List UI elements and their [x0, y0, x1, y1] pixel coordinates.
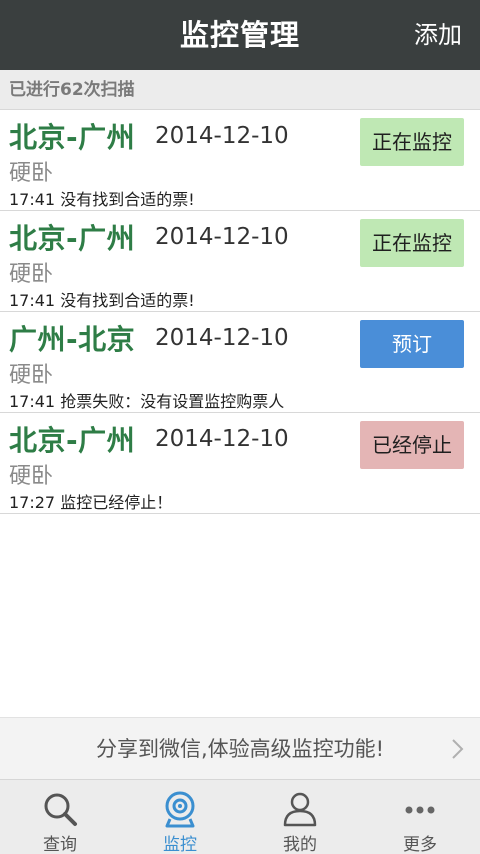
monitor-list: 北京-广州 2014-12-10 硬卧 17:41 没有找到合适的票! 正在监控…: [0, 110, 480, 514]
route-label: 北京-广州: [9, 222, 136, 255]
scan-count-text: 已进行62次扫描: [9, 80, 135, 100]
list-item[interactable]: 北京-广州 2014-12-10 硬卧 17:27 监控已经停止！ 已经停止: [0, 413, 480, 514]
route-label: 广州-北京: [9, 323, 136, 356]
list-item[interactable]: 北京-广州 2014-12-10 硬卧 17:41 没有找到合适的票! 正在监控: [0, 211, 480, 312]
list-item[interactable]: 广州-北京 2014-12-10 硬卧 17:41 抢票失败：没有设置监控购票人…: [0, 312, 480, 413]
share-wechat-banner[interactable]: 分享到微信,体验高级监控功能!: [0, 717, 480, 779]
date-label: 2014-12-10: [155, 426, 289, 452]
more-icon: [405, 806, 435, 814]
search-icon: [44, 793, 77, 826]
tab-search[interactable]: 查询: [0, 780, 120, 854]
user-icon: [283, 792, 317, 827]
seat-type-label: 硬卧: [9, 464, 54, 489]
tab-monitor[interactable]: 监控: [120, 780, 240, 854]
scan-count-bar: 已进行62次扫描: [0, 70, 480, 110]
seat-type-label: 硬卧: [9, 262, 54, 287]
stopped-button[interactable]: 已经停止: [360, 421, 464, 469]
route-label: 北京-广州: [9, 424, 136, 457]
date-label: 2014-12-10: [155, 224, 289, 250]
seat-type-label: 硬卧: [9, 363, 54, 388]
status-message: 17:27 监控已经停止！: [9, 493, 173, 512]
tab-label: 监控: [163, 835, 197, 854]
status-message: 17:41 抢票失败：没有设置监控购票人: [9, 392, 285, 411]
bottom-tab-bar: 查询 监控 我的 更多: [0, 779, 480, 854]
status-message: 17:41 没有找到合适的票!: [9, 291, 195, 310]
date-label: 2014-12-10: [155, 325, 289, 351]
page-title: 监控管理: [179, 18, 300, 52]
tab-mine[interactable]: 我的: [240, 780, 360, 854]
date-label: 2014-12-10: [155, 123, 289, 149]
route-label: 北京-广州: [9, 121, 136, 154]
add-button[interactable]: 添加: [414, 0, 462, 70]
status-message: 17:41 没有找到合适的票!: [9, 190, 195, 209]
header-bar: 监控管理 添加: [0, 0, 480, 70]
tab-more[interactable]: 更多: [360, 780, 480, 854]
seat-type-label: 硬卧: [9, 161, 54, 186]
tab-label: 我的: [283, 835, 317, 854]
monitoring-button[interactable]: 正在监控: [360, 219, 464, 267]
tab-label: 更多: [403, 835, 437, 854]
monitoring-button[interactable]: 正在监控: [360, 118, 464, 166]
webcam-icon: [165, 791, 195, 828]
tab-label: 查询: [43, 835, 77, 854]
list-item[interactable]: 北京-广州 2014-12-10 硬卧 17:41 没有找到合适的票! 正在监控: [0, 110, 480, 211]
book-button[interactable]: 预订: [360, 320, 464, 368]
share-banner-text: 分享到微信,体验高级监控功能!: [95, 737, 385, 761]
chevron-right-icon: [452, 739, 464, 759]
